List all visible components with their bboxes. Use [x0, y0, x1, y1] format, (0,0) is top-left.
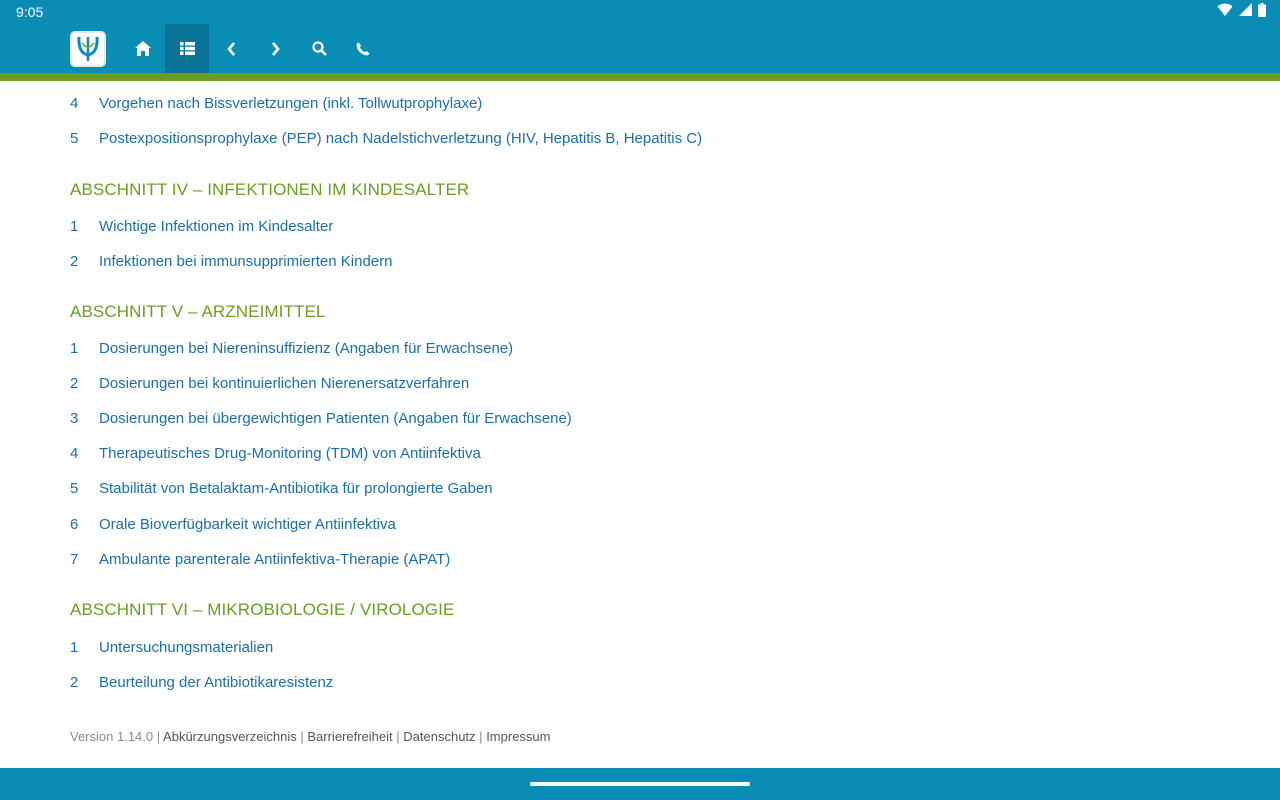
toolbar: [0, 24, 1280, 73]
toc-item-number: 4: [70, 94, 79, 112]
accent-bar: [0, 73, 1280, 81]
footer-link-abbreviations[interactable]: Abkürzungsverzeichnis: [163, 729, 297, 744]
phone-button[interactable]: [341, 24, 385, 73]
chevron-left-icon: [226, 41, 236, 56]
toc-item-label[interactable]: Stabilität von Betalaktam-Antibiotika fü…: [99, 480, 493, 497]
toc-item-number: 4: [70, 444, 79, 462]
toc-item-number: 2: [70, 252, 79, 270]
forward-button[interactable]: [253, 24, 297, 73]
section-heading: ABSCHNITT V – ARZNEIMITTEL: [70, 302, 326, 321]
navigation-bar: [0, 768, 1280, 800]
status-time: 9:05: [16, 4, 44, 20]
toc-item[interactable]: 1 Dosierungen bei Niereninsuffizienz (An…: [70, 335, 513, 361]
toc-item-label[interactable]: Infektionen bei immunsupprimierten Kinde…: [99, 253, 393, 270]
toc-item[interactable]: 4 Therapeutisches Drug-Monitoring (TDM) …: [70, 440, 481, 466]
toc-item[interactable]: 6 Orale Bioverfügbarkeit wichtiger Antii…: [70, 511, 396, 537]
toc-item-label[interactable]: Postexpositionsprophylaxe (PEP) nach Nad…: [99, 130, 702, 147]
toc-item-label[interactable]: Orale Bioverfügbarkeit wichtiger Antiinf…: [99, 516, 396, 533]
toc-item-label[interactable]: Dosierungen bei übergewichtigen Patiente…: [99, 410, 572, 427]
chevron-right-icon: [271, 41, 280, 56]
toc-item[interactable]: 5 Postexpositionsprophylaxe (PEP) nach N…: [70, 125, 702, 151]
toc-item-number: 2: [70, 374, 79, 392]
toc-item[interactable]: 1 Untersuchungsmaterialien: [70, 634, 273, 660]
footer-link-privacy[interactable]: Datenschutz: [403, 729, 475, 744]
toc-item-label[interactable]: Dosierungen bei Niereninsuffizienz (Anga…: [99, 340, 513, 357]
toc-item[interactable]: 1 Wichtige Infektionen im Kindesalter: [70, 213, 333, 239]
toc-item[interactable]: 5 Stabilität von Betalaktam-Antibiotika …: [70, 475, 493, 501]
toc-item-label[interactable]: Beurteilung der Antibiotikaresistenz: [99, 674, 333, 691]
section-heading: ABSCHNITT IV – INFEKTIONEN IM KINDESALTE…: [70, 180, 470, 199]
toc-button[interactable]: [165, 24, 209, 73]
toc-item-label[interactable]: Vorgehen nach Bissverletzungen (inkl. To…: [99, 95, 482, 112]
search-button[interactable]: [297, 24, 341, 73]
footer-separator: |: [156, 729, 161, 744]
toc-item-label[interactable]: Therapeutisches Drug-Monitoring (TDM) vo…: [99, 445, 481, 462]
toc-item[interactable]: 2 Infektionen bei immunsupprimierten Kin…: [70, 248, 393, 274]
footer-separator: |: [396, 729, 400, 744]
toc-item-label[interactable]: Untersuchungsmaterialien: [99, 639, 273, 656]
toc-item[interactable]: 2 Beurteilung der Antibiotikaresistenz: [70, 669, 333, 695]
toc-item-number: 5: [70, 479, 79, 497]
gesture-handle[interactable]: [530, 782, 750, 786]
footer-separator: |: [300, 729, 304, 744]
toc-item-label[interactable]: Ambulante parenterale Antiinfektiva-Ther…: [99, 551, 450, 568]
toc-item-number: 1: [70, 217, 79, 235]
toc-item-number: 6: [70, 515, 79, 533]
version-text: Version 1.14.0: [70, 729, 154, 744]
toc-item[interactable]: 7 Ambulante parenterale Antiinfektiva-Th…: [70, 546, 450, 572]
toc-item-number: 3: [70, 409, 79, 427]
toc-item-number: 7: [70, 550, 79, 568]
toc-item-label[interactable]: Wichtige Infektionen im Kindesalter: [99, 218, 333, 235]
toc-list-icon: [179, 42, 195, 55]
wifi-icon: [1217, 3, 1233, 22]
home-icon: [135, 41, 151, 56]
status-bar: 9:05: [0, 0, 1280, 24]
footer-link-accessibility[interactable]: Barrierefreiheit: [307, 729, 392, 744]
battery-icon: [1258, 2, 1266, 22]
toc-item[interactable]: 2 Dosierungen bei kontinuierlichen Niere…: [70, 370, 469, 396]
home-button[interactable]: [121, 24, 165, 73]
search-icon: [311, 41, 327, 56]
back-button[interactable]: [209, 24, 253, 73]
signal-icon: [1239, 3, 1252, 21]
section-heading: ABSCHNITT VI – MIKROBIOLOGIE / VIROLOGIE: [70, 600, 455, 619]
toc-item-number: 5: [70, 129, 79, 147]
footer-separator: |: [479, 729, 483, 744]
toc-item[interactable]: 3 Dosierungen bei übergewichtigen Patien…: [70, 405, 572, 431]
app-logo[interactable]: [70, 31, 106, 67]
toc-item[interactable]: 4 Vorgehen nach Bissverletzungen (inkl. …: [70, 90, 482, 116]
toc-item-label[interactable]: Dosierungen bei kontinuierlichen Nierene…: [99, 375, 469, 392]
toc-item-number: 1: [70, 638, 79, 656]
phone-icon: [356, 42, 370, 56]
footer: Version 1.14.0 | Abkürzungsverzeichnis |…: [70, 729, 550, 744]
toc-item-number: 2: [70, 673, 79, 691]
toc-item-number: 1: [70, 339, 79, 357]
footer-link-imprint[interactable]: Impressum: [486, 729, 550, 744]
